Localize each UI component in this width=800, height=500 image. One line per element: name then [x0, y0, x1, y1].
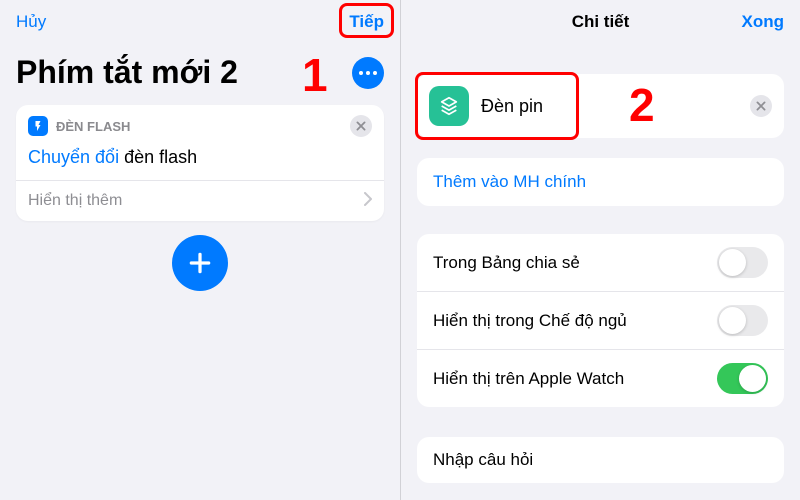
row-apple-watch: Hiển thị trên Apple Watch [417, 349, 784, 407]
action-param-highlight[interactable]: Chuyển đổi [28, 147, 119, 167]
remove-action-button[interactable] [350, 115, 372, 137]
shortcut-editor-pane: Hủy Tiếp Phím tắt mới 2 ĐÈN FLASH Chuyển… [0, 0, 400, 500]
action-card-header: ĐÈN FLASH [16, 105, 384, 143]
add-to-home-screen-button[interactable]: Thêm vào MH chính [417, 158, 784, 206]
action-body[interactable]: Chuyển đổi đèn flash [16, 143, 384, 180]
done-button[interactable]: Xong [742, 12, 785, 32]
toggle-share-sheet[interactable] [717, 247, 768, 278]
toggle-apple-watch[interactable] [717, 363, 768, 394]
row-share-sheet: Trong Bảng chia sẻ [417, 234, 784, 291]
clear-name-button[interactable] [750, 95, 772, 117]
shortcut-name-input[interactable]: Đèn pin [481, 96, 543, 117]
input-question-group: Nhập câu hỏi [417, 437, 784, 483]
shortcut-name-card[interactable]: Đèn pin [417, 74, 784, 138]
action-card: ĐÈN FLASH Chuyển đổi đèn flash Hiển thị … [16, 105, 384, 221]
input-question-row[interactable]: Nhập câu hỏi [417, 437, 784, 483]
action-label: đèn flash [124, 147, 197, 167]
toggle-sleep-mode[interactable] [717, 305, 768, 336]
show-more-row[interactable]: Hiển thị thêm [16, 180, 384, 221]
action-header-label: ĐÈN FLASH [56, 119, 130, 134]
show-more-label: Hiển thị thêm [28, 192, 122, 210]
details-title: Chi tiết [401, 12, 800, 32]
cancel-button[interactable]: Hủy [16, 12, 46, 32]
shortcut-icon[interactable] [429, 86, 469, 126]
chevron-right-icon [364, 192, 372, 210]
page-title: Phím tắt mới 2 [16, 54, 238, 91]
add-action-button[interactable] [172, 235, 228, 291]
navbar-right: Chi tiết Xong [401, 0, 800, 44]
details-pane: Chi tiết Xong Đèn pin Thêm vào MH chính … [400, 0, 800, 500]
navbar-left: Hủy Tiếp [0, 0, 400, 44]
flash-icon [28, 116, 48, 136]
row-label: Trong Bảng chia sẻ [433, 253, 580, 273]
title-row: Phím tắt mới 2 [0, 44, 400, 105]
row-sleep-mode: Hiển thị trong Chế độ ngủ [417, 291, 784, 349]
row-label: Hiển thị trên Apple Watch [433, 369, 624, 389]
toggles-group: Trong Bảng chia sẻ Hiển thị trong Chế độ… [417, 234, 784, 407]
more-button[interactable] [352, 57, 384, 89]
row-label: Hiển thị trong Chế độ ngủ [433, 311, 627, 331]
next-button[interactable]: Tiếp [349, 12, 384, 32]
input-question-label: Nhập câu hỏi [433, 450, 533, 470]
